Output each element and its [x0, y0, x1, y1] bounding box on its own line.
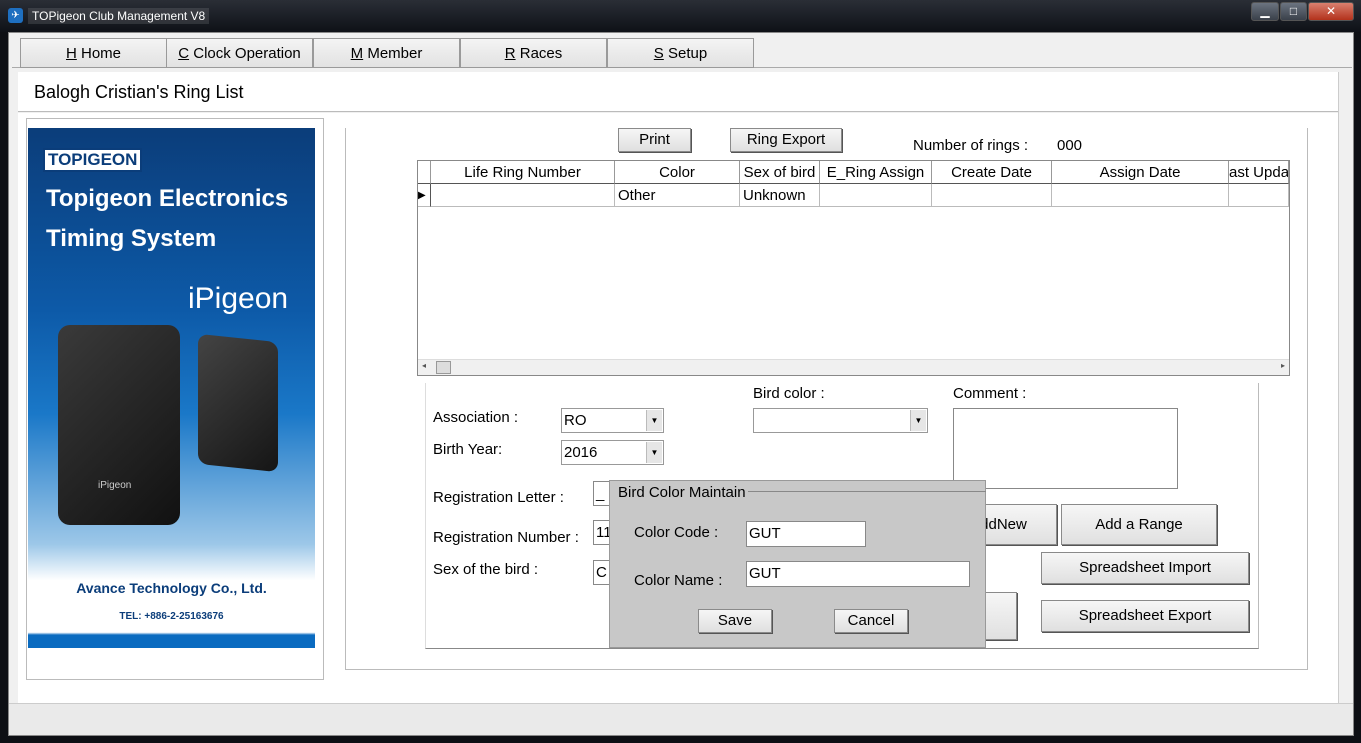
column-header[interactable]: Assign Date: [1052, 161, 1229, 184]
chevron-down-icon[interactable]: ▼: [646, 442, 662, 463]
tab-label: Clock Operation: [189, 45, 301, 62]
tab-setup[interactable]: S Setup: [607, 38, 754, 68]
column-header[interactable]: ast Upda: [1229, 161, 1289, 184]
column-header[interactable]: Sex of bird: [740, 161, 820, 184]
tab-member[interactable]: M Member: [313, 38, 460, 68]
close-button[interactable]: ✕: [1308, 2, 1354, 21]
banner-headline-2: Timing System: [46, 225, 217, 252]
app-icon: ✈: [8, 8, 23, 23]
maximize-button[interactable]: □: [1280, 2, 1307, 21]
association-select[interactable]: RO ▼: [561, 408, 664, 433]
title-bar: ✈ TOPigeon Club Management V8 ▁ □ ✕: [0, 0, 1361, 32]
ring-count-label: Number of rings :: [913, 137, 1029, 154]
table-cell[interactable]: Unknown: [740, 184, 820, 207]
tab-races[interactable]: R Races: [460, 38, 607, 68]
association-label: Association :: [433, 409, 519, 426]
ring-grid[interactable]: Life Ring Number Color Sex of bird E_Rin…: [417, 160, 1290, 376]
add-range-button[interactable]: Add a Range: [1061, 504, 1217, 545]
status-bar: [9, 703, 1353, 735]
table-cell[interactable]: [1052, 184, 1229, 207]
column-header[interactable]: Life Ring Number: [431, 161, 615, 184]
vertical-scrollbar[interactable]: [1338, 72, 1353, 703]
association-value: RO: [564, 412, 587, 429]
device-label: iPigeon: [98, 480, 132, 491]
tab-hotkey: C: [178, 45, 190, 62]
tab-clock-operation[interactable]: C Clock Operation: [166, 38, 313, 68]
company-phone: TEL: +886-2-25163676: [119, 611, 224, 622]
tab-hotkey: S: [653, 45, 664, 62]
tab-label: Member: [363, 45, 423, 62]
ring-export-button[interactable]: Ring Export: [730, 128, 842, 152]
row-header-corner: [418, 161, 431, 184]
bird-color-select[interactable]: ▼: [753, 408, 928, 433]
table-cell[interactable]: [1229, 184, 1289, 207]
tab-hotkey: H: [65, 45, 77, 62]
table-cell[interactable]: [431, 184, 615, 207]
tab-label: Races: [515, 45, 563, 62]
bird-color-label: Bird color :: [753, 385, 825, 402]
color-name-input[interactable]: GUT: [746, 561, 970, 587]
window-title: TOPigeon Club Management V8: [28, 8, 210, 24]
save-button[interactable]: Save: [698, 609, 772, 633]
device-back-image: [198, 333, 278, 473]
tab-label: Home: [76, 45, 122, 62]
horizontal-scrollbar[interactable]: ◂ ▸: [418, 359, 1289, 375]
scroll-left-icon[interactable]: ◂: [422, 361, 426, 370]
cancel-button[interactable]: Cancel: [834, 609, 908, 633]
tab-hotkey: M: [350, 45, 364, 62]
ring-count-value: 000: [1057, 137, 1083, 154]
chevron-down-icon[interactable]: ▼: [910, 410, 926, 431]
registration-letter-label: Registration Letter :: [433, 489, 564, 506]
page-header: Balogh Cristian's Ring List: [18, 72, 1338, 112]
sex-label: Sex of the bird :: [433, 561, 539, 578]
scroll-thumb[interactable]: [436, 361, 451, 374]
scroll-right-icon[interactable]: ▸: [1281, 361, 1285, 370]
color-code-label: Color Code :: [634, 524, 719, 541]
table-cell[interactable]: [820, 184, 932, 207]
device-image: iPigeon: [58, 325, 180, 525]
brand-logo: TOPIGEON: [43, 148, 143, 172]
advert-banner: TOPIGEON Topigeon Electronics Timing Sys…: [28, 128, 315, 648]
column-header[interactable]: E_Ring Assign: [820, 161, 932, 184]
print-button[interactable]: Print: [618, 128, 691, 152]
dialog-title: Bird Color Maintain: [616, 484, 748, 501]
page-title: Balogh Cristian's Ring List: [34, 82, 244, 102]
banner-headline: Topigeon Electronics: [46, 185, 289, 212]
minimize-button[interactable]: ▁: [1251, 2, 1279, 21]
tab-label: Setup: [663, 45, 708, 62]
row-selector-icon[interactable]: ▶: [418, 184, 431, 207]
chevron-down-icon[interactable]: ▼: [646, 410, 662, 431]
table-cell[interactable]: Other: [615, 184, 740, 207]
product-name: iPigeon: [188, 282, 289, 315]
registration-number-label: Registration Number :: [433, 529, 579, 546]
table-cell[interactable]: [932, 184, 1052, 207]
tab-hotkey: R: [504, 45, 516, 62]
comment-textarea[interactable]: [953, 408, 1178, 489]
tab-home[interactable]: H Home: [20, 38, 167, 68]
color-name-label: Color Name :: [634, 572, 723, 589]
spreadsheet-export-button[interactable]: Spreadsheet Export: [1041, 600, 1249, 632]
comment-label: Comment :: [953, 385, 1027, 402]
birth-year-select[interactable]: 2016 ▼: [561, 440, 664, 465]
color-code-input[interactable]: GUT: [746, 521, 866, 547]
company-name: Avance Technology Co., Ltd.: [76, 580, 267, 596]
bird-color-dialog: Bird Color Maintain Color Code : GUT Col…: [609, 480, 986, 648]
column-header[interactable]: Create Date: [932, 161, 1052, 184]
main-tab-bar: H Home C Clock Operation M Member R Race…: [12, 36, 1352, 68]
birth-year-label: Birth Year:: [433, 441, 503, 458]
column-header[interactable]: Color: [615, 161, 740, 184]
birth-year-value: 2016: [564, 444, 598, 461]
spreadsheet-import-button[interactable]: Spreadsheet Import: [1041, 552, 1249, 584]
